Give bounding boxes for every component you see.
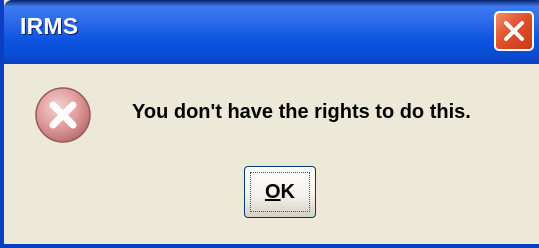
ok-mnemonic: O xyxy=(264,180,281,203)
close-button[interactable] xyxy=(494,11,534,51)
ok-button-label: OK xyxy=(265,181,295,204)
close-icon xyxy=(504,21,524,41)
error-message: You don't have the rights to do this. xyxy=(132,101,471,123)
dialog-body: You don't have the rights to do this. OK xyxy=(8,64,539,244)
ok-label-rest: K xyxy=(280,180,295,203)
title-bar[interactable]: IRMS xyxy=(4,0,539,64)
ok-focus-ring: OK xyxy=(250,172,310,212)
window-title: IRMS xyxy=(20,13,79,39)
dialog-window: IRMS You don't have the rights to do thi… xyxy=(0,0,539,248)
error-icon xyxy=(35,87,91,143)
ok-button[interactable]: OK xyxy=(244,166,316,218)
